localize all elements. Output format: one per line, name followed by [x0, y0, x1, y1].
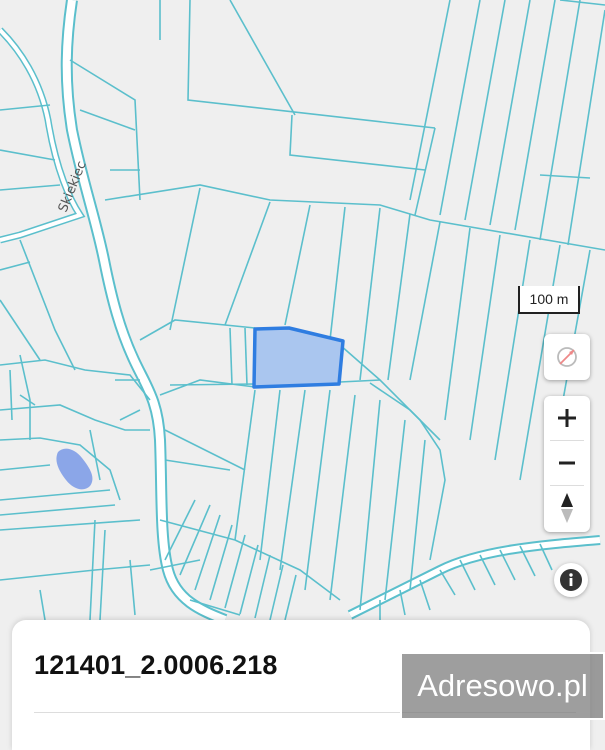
north-reset-button[interactable]: [544, 486, 590, 530]
north-arrow-icon: [561, 493, 573, 523]
zoom-out-button[interactable]: [544, 441, 590, 485]
info-icon: [560, 569, 582, 591]
info-button[interactable]: [554, 563, 588, 597]
minus-icon: [559, 461, 575, 465]
parcel-map[interactable]: Skiekiec: [0, 0, 605, 720]
parcel-id: 121401_2.0006.218: [34, 650, 278, 680]
selected-parcel[interactable]: [252, 326, 345, 389]
watermark: Adresowo.pl: [400, 652, 605, 720]
zoom-controls: [544, 396, 590, 532]
scale-bar: 100 m: [518, 286, 580, 314]
zoom-in-button[interactable]: [544, 396, 590, 440]
compass-button[interactable]: [544, 334, 590, 380]
watermark-text: Adresowo.pl: [417, 668, 588, 703]
plus-icon: [558, 409, 576, 427]
scale-label: 100 m: [529, 291, 569, 307]
compass-icon: [557, 347, 577, 367]
